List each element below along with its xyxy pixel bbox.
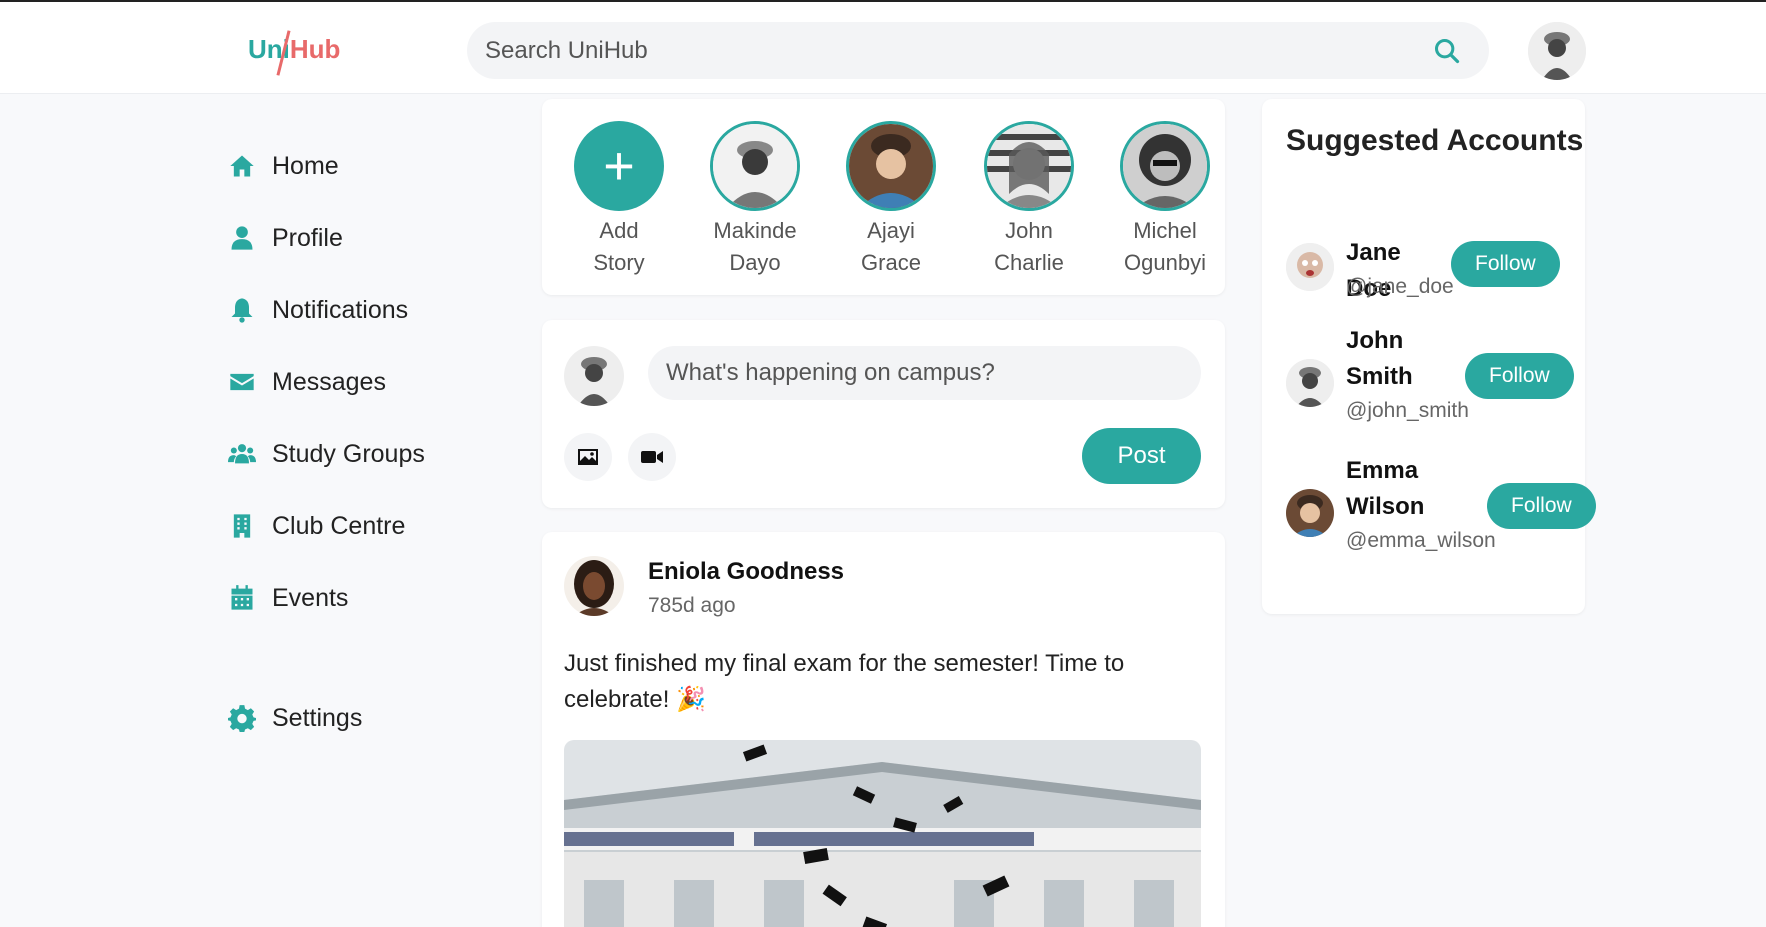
sidebar-item-study-groups[interactable]: Study Groups <box>228 418 528 490</box>
sidebar-item-label: Settings <box>272 703 363 732</box>
sidebar-item-label: Profile <box>272 223 343 252</box>
story-avatar <box>710 121 800 211</box>
video-camera-icon <box>641 451 663 463</box>
search-icon[interactable] <box>1433 37 1461 65</box>
account-avatar[interactable] <box>1286 489 1334 537</box>
plus-icon: + <box>574 121 664 211</box>
composer-input[interactable] <box>648 346 1201 400</box>
account-handle: @john_smith <box>1346 399 1469 422</box>
post-author-avatar[interactable] <box>564 556 624 616</box>
story-avatar <box>846 121 936 211</box>
sidebar-item-label: Events <box>272 583 349 612</box>
add-video-button[interactable] <box>628 433 676 481</box>
story-name-last: Grace <box>861 250 921 275</box>
top-bar: UniHub <box>0 2 1766 94</box>
calendar-icon <box>231 585 253 610</box>
sidebar-item-notifications[interactable]: Notifications <box>228 274 528 346</box>
story-item[interactable]: Ajayi Grace <box>836 121 946 279</box>
story-name-last: Dayo <box>729 250 781 275</box>
app-logo[interactable]: UniHub <box>248 30 341 76</box>
sidebar-item-label: Messages <box>272 367 386 396</box>
sidebar-nav: Home Profile Notifications Messages Stud… <box>228 130 528 754</box>
story-name-last: Ogunbyi <box>1124 250 1206 275</box>
follow-button[interactable]: Follow <box>1465 353 1574 399</box>
follow-button[interactable]: Follow <box>1451 241 1560 287</box>
search-bar <box>467 22 1489 79</box>
story-name-first: Michel <box>1133 218 1197 243</box>
sidebar-item-club-centre[interactable]: Club Centre <box>228 490 528 562</box>
story-label: Add <box>599 218 639 243</box>
account-name[interactable]: Emma Wilson <box>1346 453 1456 525</box>
user-avatar[interactable] <box>1528 22 1586 80</box>
sidebar-item-profile[interactable]: Profile <box>228 202 528 274</box>
post-text: Just finished my final exam for the seme… <box>564 650 1125 713</box>
story-avatar <box>984 121 1074 211</box>
sidebar-item-label: Home <box>272 151 339 180</box>
story-name-first: Ajayi <box>867 218 915 243</box>
post-author-name[interactable]: Eniola Goodness <box>648 558 844 586</box>
post-button[interactable]: Post <box>1082 428 1201 484</box>
story-name-first: John <box>1005 218 1053 243</box>
story-label: Story <box>593 250 645 275</box>
story-name-last: Charlie <box>994 250 1064 275</box>
image-icon <box>578 449 598 465</box>
follow-button[interactable]: Follow <box>1487 483 1596 529</box>
sidebar-item-messages[interactable]: Messages <box>228 346 528 418</box>
account-handle: @emma_wilson <box>1346 529 1496 552</box>
bell-icon <box>231 298 253 323</box>
story-item[interactable]: Makinde Dayo <box>700 121 810 279</box>
post-image[interactable] <box>564 740 1201 927</box>
feed-post: Eniola Goodness 785d ago Just finished m… <box>542 532 1225 927</box>
story-item[interactable]: Michel Ogunbyi <box>1110 121 1220 279</box>
account-handle: @jane_doe <box>1346 275 1454 298</box>
logo-text-hub: Hub <box>289 34 341 64</box>
composer-avatar <box>564 346 624 406</box>
stories-panel: + Add Story Makinde Dayo Ajayi Grace Joh… <box>542 99 1225 295</box>
account-name[interactable]: John Smith <box>1346 323 1456 395</box>
story-item[interactable]: John Charlie <box>974 121 1084 279</box>
suggested-accounts-panel: Suggested Accounts Jane Doe @jane_doe Fo… <box>1262 99 1596 614</box>
story-name-first: Makinde <box>713 218 797 243</box>
search-input[interactable] <box>485 22 1425 79</box>
sidebar-item-label: Club Centre <box>272 511 406 540</box>
sidebar-item-label: Study Groups <box>272 439 425 468</box>
post-timestamp: 785d ago <box>648 594 736 617</box>
story-avatar <box>1120 121 1210 211</box>
add-story-button[interactable]: + Add Story <box>564 121 674 279</box>
sidebar-item-label: Notifications <box>272 295 409 324</box>
envelope-icon <box>230 373 254 391</box>
sidebar-item-events[interactable]: Events <box>228 562 528 634</box>
suggested-title: Suggested Accounts <box>1286 124 1584 157</box>
building-icon <box>233 514 251 538</box>
users-icon <box>228 444 256 464</box>
add-image-button[interactable] <box>564 433 612 481</box>
account-avatar[interactable] <box>1286 359 1334 407</box>
account-avatar[interactable] <box>1286 243 1334 291</box>
sidebar-item-settings[interactable]: Settings <box>228 682 528 754</box>
post-composer: Post <box>542 320 1225 508</box>
sidebar-item-home[interactable]: Home <box>228 130 528 202</box>
user-icon <box>231 226 253 250</box>
home-icon <box>230 155 254 177</box>
gear-icon <box>228 705 256 732</box>
